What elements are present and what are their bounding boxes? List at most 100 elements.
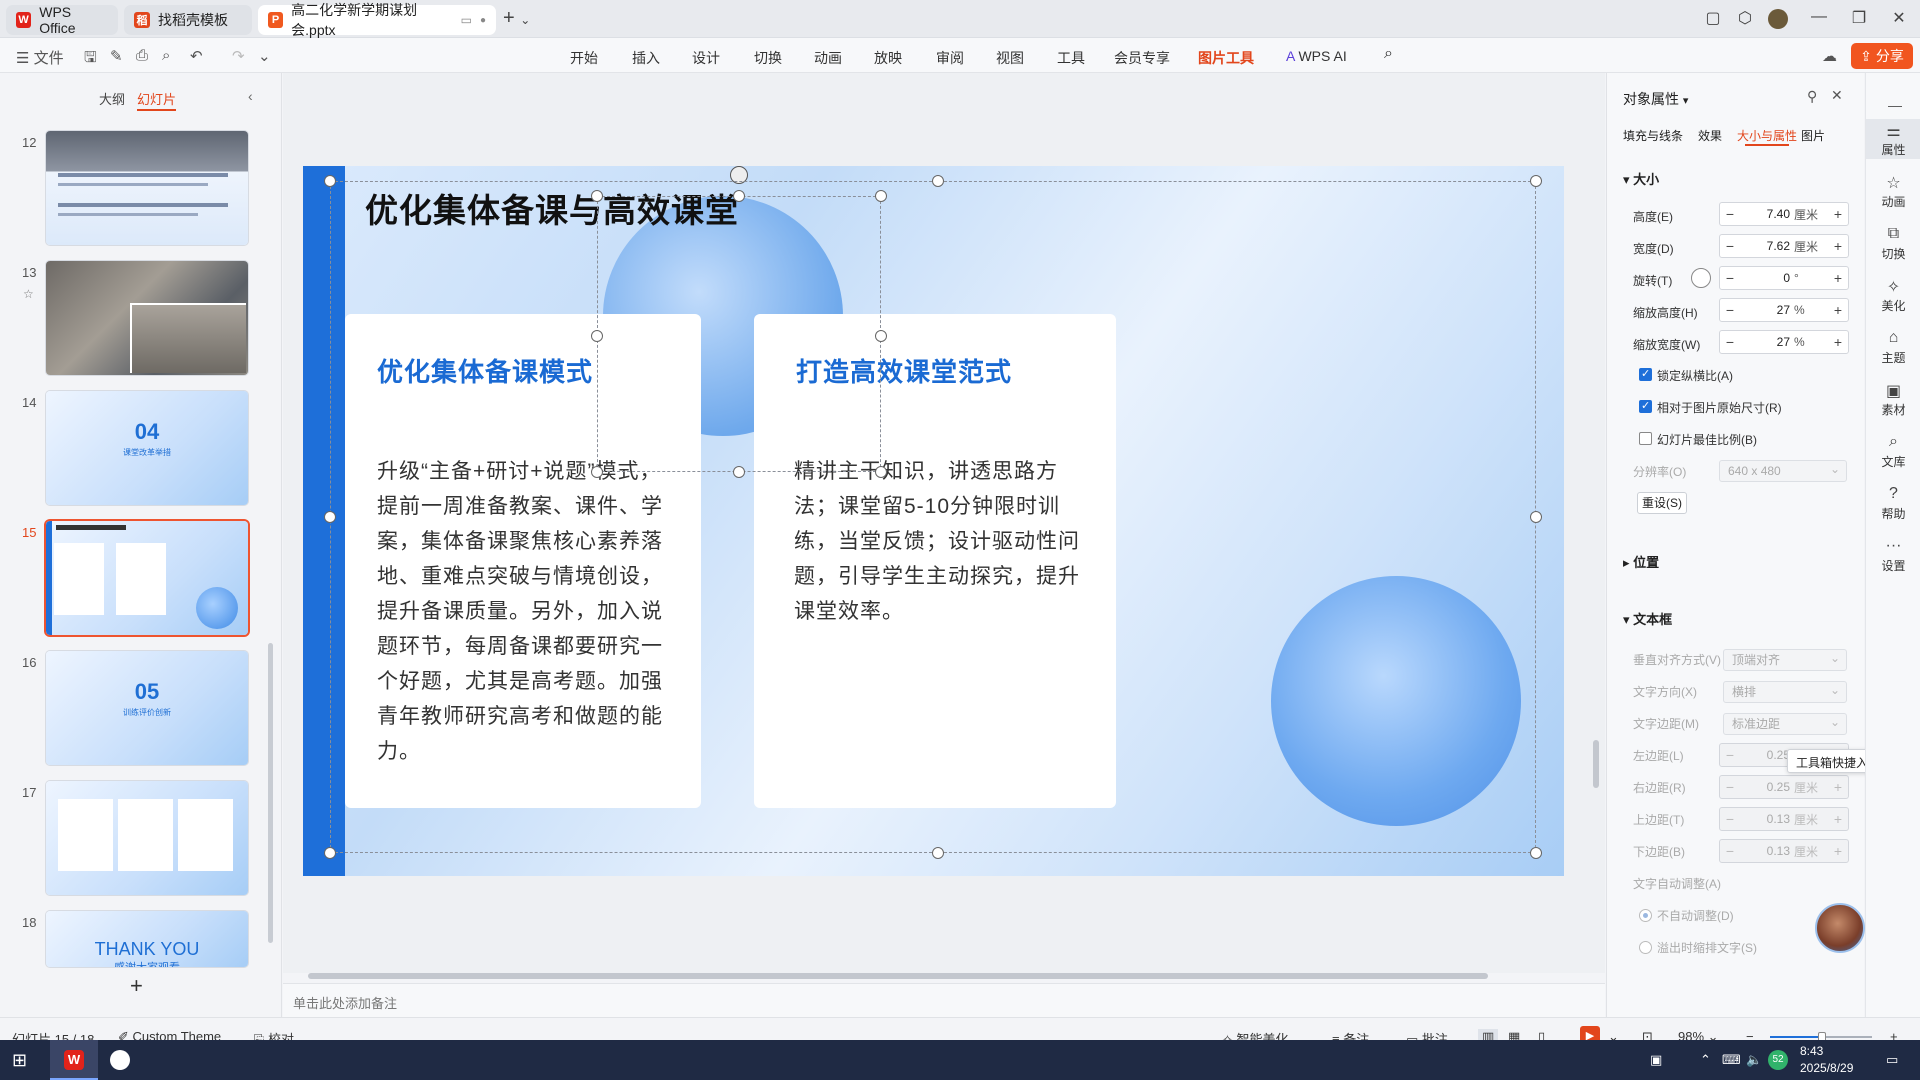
increment-icon[interactable]: + bbox=[1828, 843, 1848, 859]
decrement-icon[interactable]: − bbox=[1720, 238, 1740, 254]
minimize-icon[interactable]: — bbox=[1808, 8, 1830, 26]
qq-icon[interactable] bbox=[110, 1050, 130, 1070]
section-position[interactable]: ▸ 位置 bbox=[1623, 552, 1659, 571]
slide-thumbnail-14[interactable]: 04 课堂改革举措 bbox=[46, 391, 248, 505]
print-icon[interactable]: ⎙ bbox=[136, 47, 148, 64]
menu-animation[interactable]: 动画 bbox=[814, 48, 842, 68]
slide-thumbnail-15[interactable] bbox=[46, 521, 248, 635]
menu-wps-ai[interactable]: A WPS AI bbox=[1286, 48, 1347, 64]
slide-thumbnail-13[interactable] bbox=[46, 261, 248, 375]
menu-design[interactable]: 设计 bbox=[692, 48, 720, 68]
tab-picture[interactable]: 图片 bbox=[1801, 127, 1825, 144]
rail-material[interactable]: ▣ 素材 bbox=[1866, 381, 1920, 418]
rail-transition[interactable]: ⧉ 切换 bbox=[1866, 225, 1920, 262]
notification-icon[interactable]: ▭ bbox=[1886, 1052, 1898, 1068]
menu-transition[interactable]: 切换 bbox=[754, 48, 782, 68]
rail-animation[interactable]: ☆ 动画 bbox=[1866, 173, 1920, 210]
increment-icon[interactable]: + bbox=[1828, 811, 1848, 827]
section-size[interactable]: ▾ 大小 bbox=[1623, 169, 1659, 188]
menu-picture-tools[interactable]: 图片工具 bbox=[1198, 48, 1254, 75]
rotate-stepper[interactable]: −0 ° + bbox=[1719, 266, 1849, 290]
rotate-value[interactable]: 0 bbox=[1740, 271, 1794, 285]
panel-title[interactable]: 对象属性 ▾ bbox=[1623, 89, 1688, 109]
pin-icon[interactable]: ⚲ bbox=[1807, 88, 1817, 105]
add-slide-button[interactable]: + bbox=[130, 973, 143, 999]
avatar[interactable] bbox=[1768, 9, 1788, 29]
volume-icon[interactable]: 🔈 bbox=[1746, 1052, 1762, 1068]
collapse-icon[interactable]: ‹ bbox=[248, 88, 253, 104]
tab-effect[interactable]: 效果 bbox=[1698, 127, 1722, 144]
width-value[interactable]: 7.62 bbox=[1740, 239, 1794, 253]
bottom-margin-stepper[interactable]: −0.13 厘米 + bbox=[1719, 839, 1849, 863]
left-scrollbar[interactable] bbox=[268, 643, 273, 943]
tray-badge[interactable]: 52 bbox=[1768, 1050, 1788, 1070]
slide-thumbnail-17[interactable] bbox=[46, 781, 248, 895]
resolution-select[interactable]: 640 x 480 bbox=[1719, 459, 1847, 482]
decrement-icon[interactable]: − bbox=[1720, 747, 1740, 763]
slide-thumbnail-16[interactable]: 05 训练评价创新 bbox=[46, 651, 248, 765]
decrement-icon[interactable]: − bbox=[1720, 206, 1740, 222]
height-stepper[interactable]: −7.40 厘米 + bbox=[1719, 202, 1849, 226]
shrink-overflow-radio[interactable] bbox=[1639, 941, 1652, 954]
increment-icon[interactable]: + bbox=[1828, 238, 1848, 254]
top-margin-stepper[interactable]: −0.13 厘米 + bbox=[1719, 807, 1849, 831]
increment-icon[interactable]: + bbox=[1828, 302, 1848, 318]
tab-template[interactable]: 稻 找稻壳模板 bbox=[124, 5, 252, 35]
windows-start-icon[interactable]: ⊞ bbox=[12, 1050, 27, 1071]
rail-help[interactable]: ? 帮助 bbox=[1866, 485, 1920, 522]
canvas-vscroll[interactable] bbox=[1590, 80, 1602, 980]
hscroll-thumb[interactable] bbox=[308, 973, 1488, 979]
best-scale-checkbox[interactable] bbox=[1639, 432, 1652, 445]
lock-ratio-checkbox[interactable] bbox=[1639, 367, 1652, 381]
scale-height-stepper[interactable]: −27% + bbox=[1719, 298, 1849, 322]
decrement-icon[interactable]: − bbox=[1720, 302, 1740, 318]
vscroll-thumb[interactable] bbox=[1593, 740, 1599, 788]
preview-icon[interactable]: ⌕ bbox=[162, 47, 170, 64]
scale-height-value[interactable]: 27 bbox=[1740, 303, 1794, 317]
share-button[interactable]: ⇪ 分享 bbox=[1851, 43, 1913, 69]
taskbar-wps[interactable]: W bbox=[50, 1040, 98, 1080]
tab-slides[interactable]: 幻灯片 bbox=[137, 89, 177, 111]
menu-slideshow[interactable]: 放映 bbox=[874, 48, 902, 68]
menu-view[interactable]: 视图 bbox=[996, 48, 1024, 68]
clock-date[interactable]: 2025/8/29 bbox=[1800, 1061, 1853, 1075]
tab-pptx[interactable]: P 高二化学新学期谋划会.pptx ▭ ● bbox=[258, 2, 496, 38]
height-value[interactable]: 7.40 bbox=[1740, 207, 1794, 221]
slide-thumbnail-12[interactable] bbox=[46, 131, 248, 245]
redo-icon[interactable]: ↷ bbox=[232, 47, 245, 65]
more-chevron-icon[interactable]: ⌄ bbox=[258, 47, 271, 65]
no-autofit-radio[interactable] bbox=[1639, 909, 1652, 922]
relative-original-checkbox[interactable] bbox=[1639, 399, 1652, 413]
canvas-hscroll[interactable] bbox=[300, 972, 1575, 980]
valign-select[interactable]: 顶端对齐 bbox=[1723, 648, 1847, 671]
resize-handle[interactable] bbox=[324, 175, 336, 187]
zoom-slider[interactable] bbox=[1770, 1032, 1872, 1042]
network-icon[interactable]: ⌨ bbox=[1722, 1052, 1741, 1068]
star-icon[interactable]: ☆ bbox=[23, 287, 34, 301]
rail-theme[interactable]: ⌂ 主题 bbox=[1866, 329, 1920, 366]
menu-tools[interactable]: 工具 bbox=[1057, 48, 1085, 68]
notes-pane[interactable]: 单击此处添加备注 bbox=[283, 983, 1605, 1017]
decrement-icon[interactable]: − bbox=[1720, 270, 1740, 286]
cloud-upload-icon[interactable]: ☁ bbox=[1822, 47, 1837, 65]
resize-handle[interactable] bbox=[324, 511, 336, 523]
resize-handle[interactable] bbox=[1530, 175, 1542, 187]
tab-size-properties[interactable]: 大小与属性 bbox=[1737, 127, 1797, 144]
monitor-icon[interactable]: ▭ bbox=[461, 13, 472, 27]
width-stepper[interactable]: −7.62 厘米 + bbox=[1719, 234, 1849, 258]
menu-review[interactable]: 审阅 bbox=[936, 48, 964, 68]
resize-handle[interactable] bbox=[1530, 847, 1542, 859]
decrement-icon[interactable]: − bbox=[1720, 811, 1740, 827]
decrement-icon[interactable]: − bbox=[1720, 779, 1740, 795]
increment-icon[interactable]: + bbox=[1828, 334, 1848, 350]
right-margin-stepper[interactable]: −0.25 厘米 + bbox=[1719, 775, 1849, 799]
close-icon[interactable]: ✕ bbox=[1888, 8, 1910, 28]
resize-handle[interactable] bbox=[324, 847, 336, 859]
menu-member[interactable]: 会员专享 bbox=[1114, 48, 1170, 68]
tab-wps-office[interactable]: W WPS Office bbox=[6, 4, 118, 36]
increment-icon[interactable]: + bbox=[1828, 779, 1848, 795]
margin-select[interactable]: 标准边距 bbox=[1723, 712, 1847, 735]
resize-handle[interactable] bbox=[932, 847, 944, 859]
slide-canvas[interactable]: 优化集体备课与高效课堂 优化集体备课模式 升级“主备+研讨+说题”模式，提前一周… bbox=[303, 166, 1564, 876]
menu-insert[interactable]: 插入 bbox=[632, 48, 660, 68]
